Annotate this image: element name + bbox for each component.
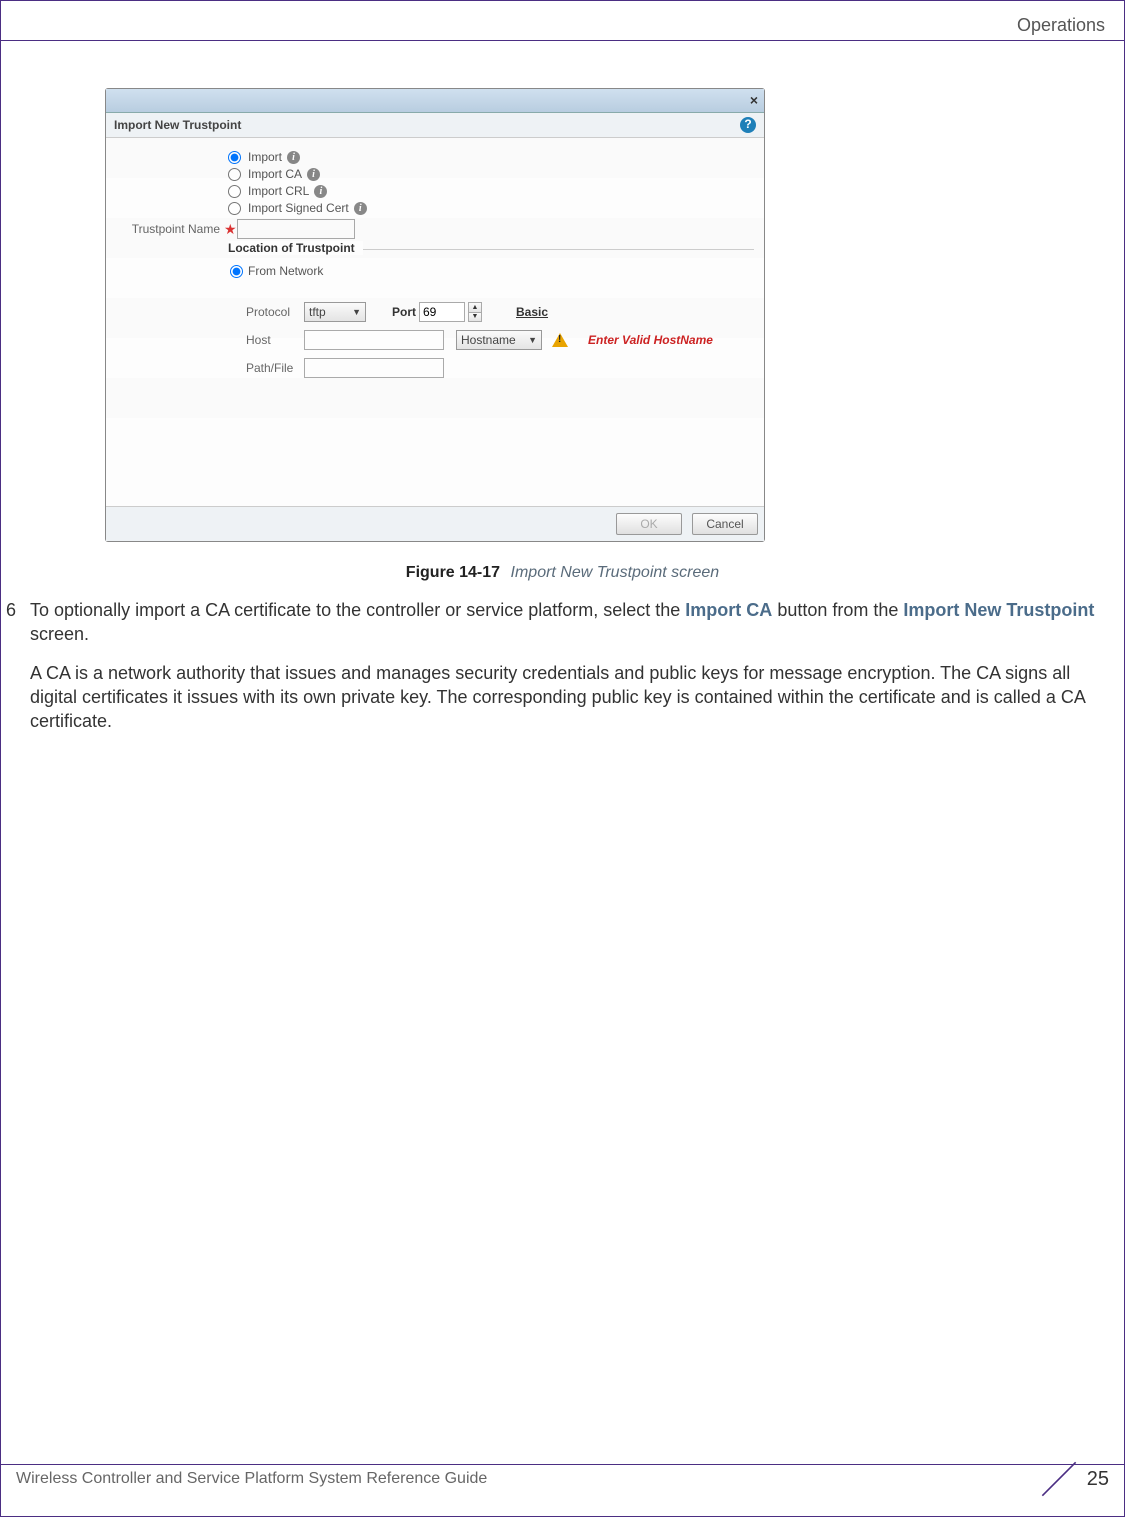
import-type-radios: Import i Import CA i Import CRL i Import… <box>228 150 754 215</box>
radio-from-network[interactable] <box>230 265 243 278</box>
figure-text: Import New Trustpoint screen <box>511 564 720 581</box>
figure-number: Figure 14-17 <box>406 564 500 581</box>
corner-slash-icon <box>1039 1459 1079 1499</box>
host-error-text: Enter Valid HostName <box>588 333 713 347</box>
chevron-down-icon: ▼ <box>352 307 361 317</box>
required-star-icon: ★ <box>224 221 237 238</box>
info-icon[interactable]: i <box>307 168 320 181</box>
port-label: Port <box>392 305 416 319</box>
trustpoint-name-label: Trustpoint Name <box>116 222 224 236</box>
dialog-titlebar: × <box>106 89 764 113</box>
hostname-value: Hostname <box>461 333 516 347</box>
footer: Wireless Controller and Service Platform… <box>16 1459 1109 1499</box>
footer-doc-title: Wireless Controller and Service Platform… <box>16 1470 487 1488</box>
page-number: 25 <box>1087 1468 1109 1491</box>
radio-import-label: Import <box>248 150 282 164</box>
dialog-body: Import i Import CA i Import CRL i Import… <box>106 138 764 506</box>
dialog-title-text: Import New Trustpoint <box>114 118 241 132</box>
ok-button[interactable]: OK <box>616 513 682 535</box>
protocol-select[interactable]: tftp ▼ <box>304 302 366 322</box>
protocol-value: tftp <box>309 305 326 319</box>
info-icon[interactable]: i <box>354 202 367 215</box>
spinner-down-icon[interactable]: ▼ <box>469 313 481 322</box>
figure-caption: Figure 14-17 Import New Trustpoint scree… <box>0 564 1125 582</box>
location-legend: Location of Trustpoint <box>228 241 363 255</box>
step-text-1: To optionally import a CA certificate to… <box>30 600 685 620</box>
import-new-trustpoint-ref: Import New Trustpoint <box>903 600 1094 620</box>
info-icon[interactable]: i <box>314 185 327 198</box>
step-text-2: button from the <box>777 600 903 620</box>
host-input[interactable] <box>304 330 444 350</box>
path-label: Path/File <box>246 361 298 375</box>
step-para-2: A CA is a network authority that issues … <box>30 661 1119 734</box>
close-icon[interactable]: × <box>750 92 758 108</box>
step-number: 6 <box>6 598 20 733</box>
from-network-label: From Network <box>248 264 323 278</box>
basic-link[interactable]: Basic <box>516 305 548 319</box>
dialog-title: Import New Trustpoint ? <box>106 113 764 138</box>
radio-import-crl[interactable] <box>228 185 241 198</box>
radio-import-ca[interactable] <box>228 168 241 181</box>
protocol-label: Protocol <box>246 305 298 319</box>
import-ca-ref: Import CA <box>685 600 772 620</box>
header-section: Operations <box>1017 15 1105 36</box>
port-input[interactable] <box>419 302 465 322</box>
dialog: × Import New Trustpoint ? Import i Impor… <box>105 88 765 542</box>
radio-import-crl-label: Import CRL <box>248 184 309 198</box>
hostname-select[interactable]: Hostname ▼ <box>456 330 542 350</box>
host-label: Host <box>246 333 298 347</box>
info-icon[interactable]: i <box>287 151 300 164</box>
warning-icon <box>552 333 568 347</box>
radio-import-signed[interactable] <box>228 202 241 215</box>
location-fieldset: Location of Trustpoint From Network Prot… <box>228 249 754 378</box>
chevron-down-icon: ▼ <box>528 335 537 345</box>
header-rule <box>0 40 1125 41</box>
trustpoint-name-input[interactable] <box>237 219 355 239</box>
cancel-button[interactable]: Cancel <box>692 513 758 535</box>
radio-import-signed-label: Import Signed Cert <box>248 201 349 215</box>
help-icon[interactable]: ? <box>740 117 756 133</box>
path-input[interactable] <box>304 358 444 378</box>
port-stepper[interactable]: ▲ ▼ <box>468 302 482 322</box>
spinner-up-icon[interactable]: ▲ <box>469 303 481 313</box>
step-text-3: screen. <box>30 624 89 644</box>
dialog-footer: OK Cancel <box>106 506 764 541</box>
step-6: 6 To optionally import a CA certificate … <box>0 598 1125 733</box>
radio-import[interactable] <box>228 151 241 164</box>
radio-import-ca-label: Import CA <box>248 167 302 181</box>
